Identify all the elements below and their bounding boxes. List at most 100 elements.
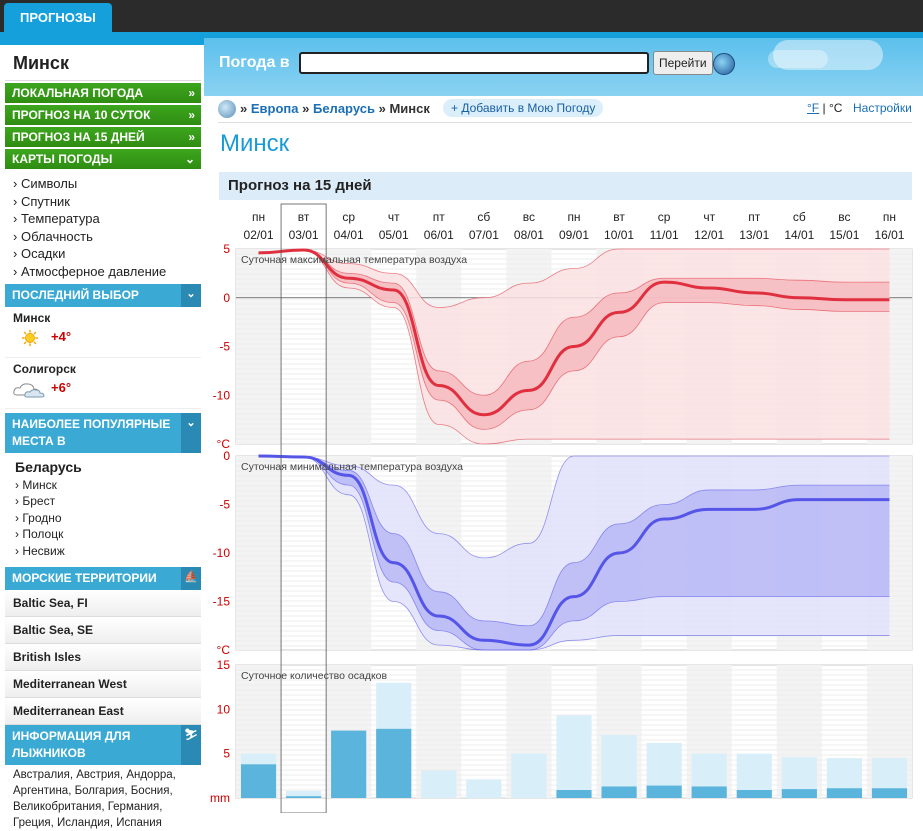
precip-bar <box>781 789 817 798</box>
nav-weather-maps[interactable]: КАРТЫ ПОГОДЫ ⌄ <box>5 149 201 169</box>
day-label: сб <box>793 210 806 224</box>
precip-bar <box>736 790 772 798</box>
search-input[interactable] <box>299 52 649 74</box>
chevron-right-icon: » <box>188 108 195 122</box>
day-label: пт <box>433 210 445 224</box>
date-label: 03/01 <box>289 228 319 242</box>
maps-list: Символы Спутник Температура Облачность О… <box>5 169 201 280</box>
day-label: чт <box>388 210 400 224</box>
day-label: ср <box>658 210 671 224</box>
date-label: 13/01 <box>739 228 769 242</box>
precip-range-bar <box>421 770 457 798</box>
y-tick-label: -5 <box>219 498 230 512</box>
precip-bar <box>286 796 322 798</box>
ski-header[interactable]: ИНФОРМАЦИЯ ДЛЯ ЛЫЖНИКОВ ⛷ <box>5 724 201 765</box>
breadcrumb-europe[interactable]: Европа <box>251 101 299 116</box>
panel-title: Суточное количество осадков <box>241 670 388 682</box>
day-label: вт <box>613 210 625 224</box>
popular-item[interactable]: Минск <box>5 477 201 493</box>
y-unit-label: mm <box>210 791 230 805</box>
marine-item[interactable]: Baltic Sea, FI <box>5 589 201 617</box>
date-label: 09/01 <box>559 228 589 242</box>
maps-item[interactable]: Символы <box>13 175 201 193</box>
settings-link[interactable]: Настройки <box>853 101 912 115</box>
maps-item[interactable]: Облачность <box>13 228 201 246</box>
location-name: Солигорск <box>13 362 76 376</box>
popular-header[interactable]: НАИБОЛЕЕ ПОПУЛЯРНЫЕ МЕСТА В ⌄ <box>5 413 201 453</box>
ski-countries[interactable]: Австралия, Австрия, Андорра, Аргентина, … <box>5 765 201 831</box>
location-temp: +6° <box>51 380 72 395</box>
maps-item[interactable]: Атмосферное давление <box>13 263 201 281</box>
maps-item[interactable]: Осадки <box>13 245 201 263</box>
popular-item[interactable]: Гродно <box>5 510 201 526</box>
sun-icon <box>21 329 39 347</box>
skier-icon: ⛷ <box>181 724 201 765</box>
day-label: пн <box>252 210 265 224</box>
precip-bar <box>691 786 727 798</box>
cloud-rain-icon <box>13 383 45 398</box>
popular-country: Беларусь <box>15 459 82 475</box>
last-choice-item[interactable]: Солигорск +6° <box>5 358 201 409</box>
precip-bar <box>646 785 682 798</box>
precip-range-bar <box>556 715 592 798</box>
precip-bar <box>331 730 367 798</box>
maps-item[interactable]: Температура <box>13 210 201 228</box>
y-tick-label: 5 <box>223 242 230 256</box>
nav-15-day[interactable]: ПРОГНОЗ НА 15 ДНЕЙ » <box>5 127 201 147</box>
breadcrumb-sep: » <box>240 101 248 116</box>
popular-item[interactable]: Полоцк <box>5 526 201 542</box>
chevron-right-icon: » <box>188 130 195 144</box>
maps-item[interactable]: Спутник <box>13 193 201 211</box>
forecast-charts: пн 02/01 вт 03/01 ср 04/01 чт 05/01 пт 06/01 сб 07/… <box>210 203 913 813</box>
date-label: 07/01 <box>469 228 499 242</box>
location-name: Минск <box>13 311 51 325</box>
y-tick-label: 0 <box>223 291 230 305</box>
marine-item[interactable]: British Isles <box>5 643 201 671</box>
go-button[interactable]: Перейти <box>653 51 713 75</box>
nav-label: ПРОГНОЗ НА 15 ДНЕЙ <box>12 130 145 144</box>
nav-10-day[interactable]: ПРОГНОЗ НА 10 СУТОК » <box>5 105 201 125</box>
date-label: 16/01 <box>874 228 904 242</box>
panel-title: Суточная минимальная температура воздуха <box>241 461 463 473</box>
section-title: МОРСКИЕ ТЕРРИТОРИИ <box>12 570 157 585</box>
add-to-my-weather-button[interactable]: + Добавить в Мою Погоду <box>443 99 604 117</box>
panel-title: Суточная максимальная температура воздух… <box>241 254 467 266</box>
column-stripe <box>236 249 282 444</box>
unit-fahrenheit[interactable]: °F <box>807 101 819 115</box>
unit-celsius[interactable]: °C <box>829 101 842 115</box>
date-label: 08/01 <box>514 228 544 242</box>
y-tick-label: -15 <box>213 595 231 609</box>
nav-local-weather[interactable]: ЛОКАЛЬНАЯ ПОГОДА » <box>5 83 201 103</box>
page-title: Минск <box>220 130 290 157</box>
nav-label: ЛОКАЛЬНАЯ ПОГОДА <box>12 86 144 100</box>
marine-item[interactable]: Mediterranean West <box>5 670 201 698</box>
last-choice-header[interactable]: ПОСЛЕДНИЙ ВЫБОР ⌄ <box>5 284 201 307</box>
popular-item[interactable]: Брест <box>5 493 201 509</box>
breadcrumb-sep: » <box>378 101 386 116</box>
nav-label: ПРОГНОЗ НА 10 СУТОК <box>12 108 151 122</box>
globe-icon <box>218 100 236 118</box>
marine-header[interactable]: МОРСКИЕ ТЕРРИТОРИИ ⛵ <box>5 566 201 590</box>
day-label: пн <box>567 210 580 224</box>
cloud-decoration <box>768 50 828 68</box>
marine-item[interactable]: Mediterranean East <box>5 697 201 725</box>
precip-bar <box>376 728 412 798</box>
unit-separator: | <box>819 101 829 115</box>
y-tick-label: 15 <box>217 658 231 672</box>
y-tick-label: -10 <box>213 388 231 402</box>
precip-bar <box>556 790 592 798</box>
top-bar: ПРОГНОЗЫ <box>0 0 923 32</box>
precip-bar <box>871 788 908 798</box>
breadcrumb-belarus[interactable]: Беларусь <box>313 101 375 116</box>
tab-forecasts[interactable]: ПРОГНОЗЫ <box>4 3 112 32</box>
globe-icon[interactable] <box>713 53 735 75</box>
marine-item[interactable]: Baltic Sea, SE <box>5 616 201 644</box>
sidebar-city: Минск <box>5 46 201 81</box>
breadcrumb-sep: » <box>302 101 310 116</box>
forecast-title: Прогноз на 15 дней <box>219 172 912 200</box>
popular-item[interactable]: Несвиж <box>5 543 201 559</box>
breadcrumb-city: Минск <box>389 101 430 116</box>
breadcrumb-path: » Европа » Беларусь » Минск <box>240 101 430 116</box>
last-choice-item[interactable]: Минск +4° <box>5 307 201 358</box>
date-label: 12/01 <box>694 228 724 242</box>
